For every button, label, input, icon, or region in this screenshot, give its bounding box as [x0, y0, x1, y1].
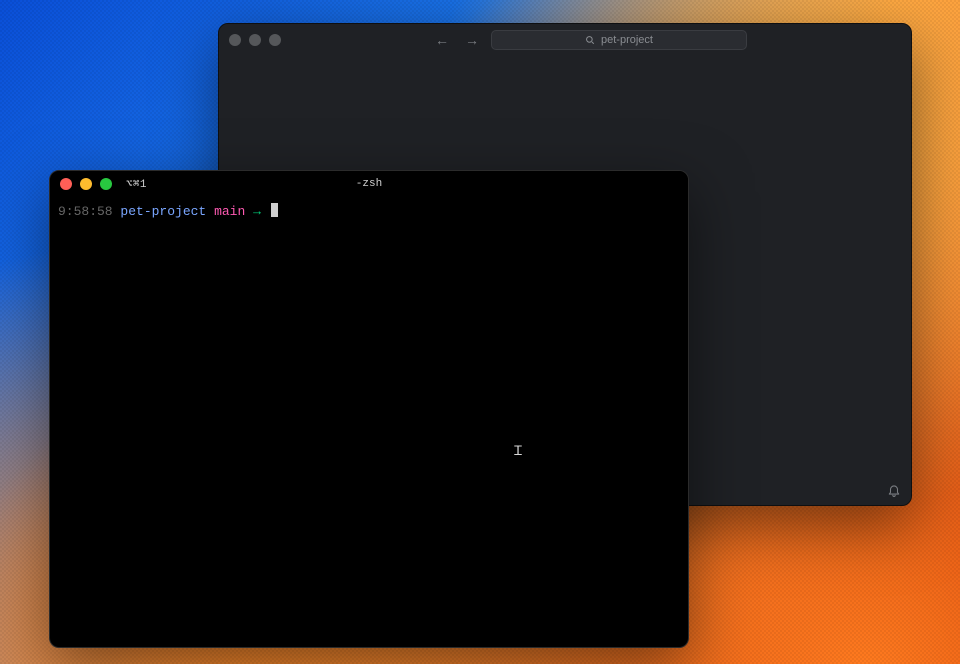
- terminal-tab-label: ⌥⌘1: [126, 177, 147, 191]
- ide-close-button[interactable]: [229, 34, 241, 46]
- prompt-time: 9:58:58: [58, 204, 113, 219]
- terminal-cursor: [271, 203, 278, 217]
- terminal-window[interactable]: ⌥⌘1 -zsh 9:58:58 pet-project main →: [49, 170, 689, 648]
- nav-forward-icon[interactable]: →: [465, 32, 479, 48]
- terminal-title: -zsh: [356, 178, 382, 190]
- terminal-titlebar[interactable]: ⌥⌘1 -zsh: [50, 171, 688, 197]
- ide-nav-arrows: ← →: [435, 32, 479, 48]
- ide-search-box[interactable]: pet-project: [491, 30, 747, 50]
- terminal-body[interactable]: 9:58:58 pet-project main →: [50, 197, 688, 647]
- terminal-traffic-lights: [60, 178, 112, 190]
- ide-maximize-button[interactable]: [269, 34, 281, 46]
- nav-back-icon[interactable]: ←: [435, 32, 449, 48]
- terminal-close-button[interactable]: [60, 178, 72, 190]
- search-icon: [585, 35, 595, 45]
- prompt-arrow: →: [253, 204, 261, 219]
- ide-search-text: pet-project: [601, 34, 653, 46]
- prompt-branch: main: [214, 204, 245, 219]
- bell-icon[interactable]: [887, 483, 901, 497]
- ide-traffic-lights: [229, 34, 281, 46]
- prompt-directory: pet-project: [120, 204, 206, 219]
- terminal-prompt-line: 9:58:58 pet-project main →: [58, 203, 680, 221]
- ide-titlebar[interactable]: ← → pet-project: [219, 24, 911, 56]
- ide-minimize-button[interactable]: [249, 34, 261, 46]
- terminal-minimize-button[interactable]: [80, 178, 92, 190]
- terminal-maximize-button[interactable]: [100, 178, 112, 190]
